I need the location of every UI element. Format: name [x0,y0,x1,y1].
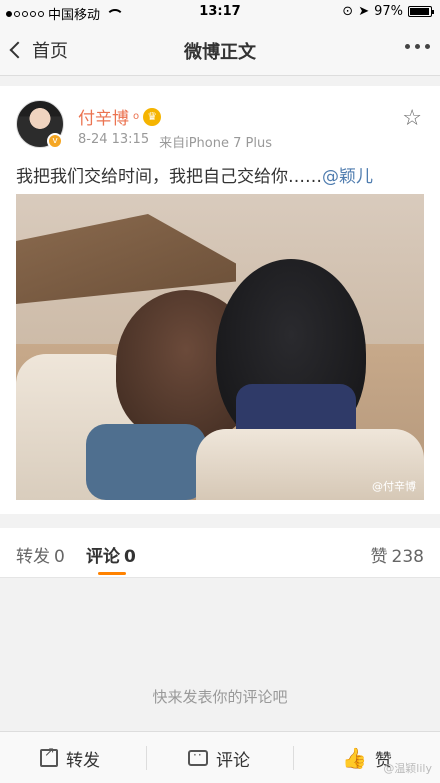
mention-link[interactable]: @颖儿 [322,167,373,187]
battery-icon [408,6,434,17]
post-source: 来自iPhone 7 Plus [159,136,272,151]
tab-comments-label: 评论 [86,547,120,567]
post-date: 8-24 13:15 [78,132,150,147]
post-meta: 8-24 13:15 来自iPhone 7 Plus [78,132,272,151]
post-photo[interactable]: @付辛博 [16,194,424,500]
more-dot [425,44,430,49]
comment-icon [188,748,208,766]
toolbar-divider [293,746,294,770]
interaction-tabs: 转发 0 评论 0 赞 238 [0,528,440,578]
username-link[interactable]: 付辛博 o ♛ [78,104,162,129]
post-text: 我把我们交给时间，我把自己交给你……@颖儿 [16,162,373,187]
status-bar: 中国移动 13:17 ⊙ ➤ 97% [0,0,440,24]
bottom-toolbar: 转发 评论 👍 赞 @温颖lily [0,731,440,783]
tab-reposts-label: 转发 [16,547,50,567]
photo-watermark: @付辛博 [372,480,416,493]
more-dot [415,44,420,49]
tab-reposts[interactable]: 转发 0 [16,542,65,567]
status-right: ⊙ ➤ 97% [342,4,434,19]
active-tab-indicator [98,572,126,575]
more-button[interactable] [405,44,430,49]
empty-comments-message: 快来发表你的评论吧 [152,688,288,706]
repost-label: 转发 [66,750,100,771]
page-title: 微博正文 [184,42,256,63]
star-icon[interactable]: ☆ [402,106,422,131]
screenshot-watermark: @温颖lily [383,762,432,775]
more-dot [405,44,410,49]
thumbs-up-icon: 👍 [342,746,367,770]
tab-likes-count: 238 [391,547,424,567]
crown-icon: ♛ [143,107,162,126]
location-icon: ➤ [358,4,370,19]
verified-badge-icon: v [47,133,63,149]
username-suffix: o [133,111,140,122]
navigation-bar: 首页 微博正文 [0,24,440,76]
photo-scarf [86,424,206,500]
username: 付辛博 [78,109,129,129]
comment-label: 评论 [216,750,250,771]
battery-percent: 97% [374,4,403,19]
comments-empty-state: 快来发表你的评论吧 [0,578,440,730]
lock-rotation-icon: ⊙ [342,4,354,19]
post-card: v 付辛博 o ♛ 8-24 13:15 来自iPhone 7 Plus ☆ 我把… [0,86,440,514]
tab-likes[interactable]: 赞 238 [371,542,424,567]
tab-comments-count: 0 [124,547,136,567]
comment-button[interactable]: 评论 [188,732,250,783]
toolbar-divider [146,746,147,770]
tab-comments[interactable]: 评论 0 [86,542,136,567]
repost-button[interactable]: 转发 [40,732,100,783]
repost-icon [40,745,58,767]
post-body: 我把我们交给时间，我把自己交给你…… [16,167,322,187]
tab-likes-label: 赞 [370,547,388,567]
tab-reposts-count: 0 [54,547,65,567]
